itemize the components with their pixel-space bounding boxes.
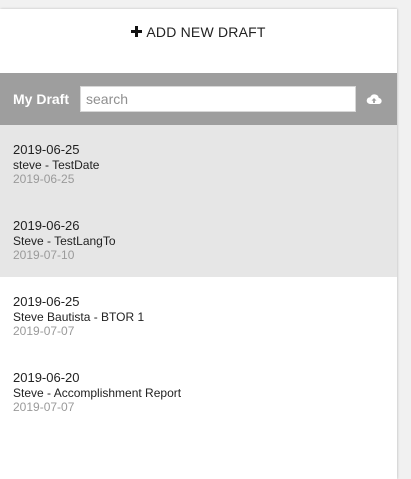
draft-date: 2019-06-26 [13, 218, 80, 233]
search-input[interactable] [80, 86, 356, 112]
draft-header-title: My Draft [13, 91, 70, 107]
draft-updated-date: 2019-07-07 [13, 400, 75, 414]
draft-item[interactable]: 2019-06-25 Steve Bautista - BTOR 1 2019-… [0, 277, 397, 353]
plus-icon [131, 26, 143, 37]
draft-date: 2019-06-25 [13, 294, 80, 309]
draft-item[interactable]: 2019-06-26 Steve - TestLangTo 2019-07-10 [0, 201, 397, 277]
draft-header: My Draft [0, 73, 397, 125]
draft-name: Steve Bautista - BTOR 1 [13, 310, 145, 324]
draft-item[interactable]: 2019-06-20 Steve - Accomplishment Report… [0, 353, 397, 429]
draft-updated-date: 2019-06-25 [13, 172, 75, 186]
draft-updated-date: 2019-07-10 [13, 248, 75, 262]
draft-name: Steve - TestLangTo [13, 234, 116, 248]
draft-item[interactable]: 2019-06-25 steve - TestDate 2019-06-25 [0, 125, 397, 201]
add-new-draft-button[interactable]: ADD NEW DRAFT [0, 9, 397, 73]
add-new-draft-label: ADD NEW DRAFT [146, 24, 266, 40]
draft-updated-date: 2019-07-07 [13, 324, 75, 338]
draft-list: 2019-06-25 steve - TestDate 2019-06-25 2… [0, 125, 397, 429]
draft-name: steve - TestDate [13, 158, 100, 172]
draft-name: Steve - Accomplishment Report [13, 386, 182, 400]
draft-panel: ADD NEW DRAFT My Draft 2019-06-25 steve … [0, 9, 397, 479]
draft-date: 2019-06-20 [13, 370, 80, 385]
draft-date: 2019-06-25 [13, 142, 80, 157]
cloud-upload-icon[interactable] [366, 92, 382, 106]
